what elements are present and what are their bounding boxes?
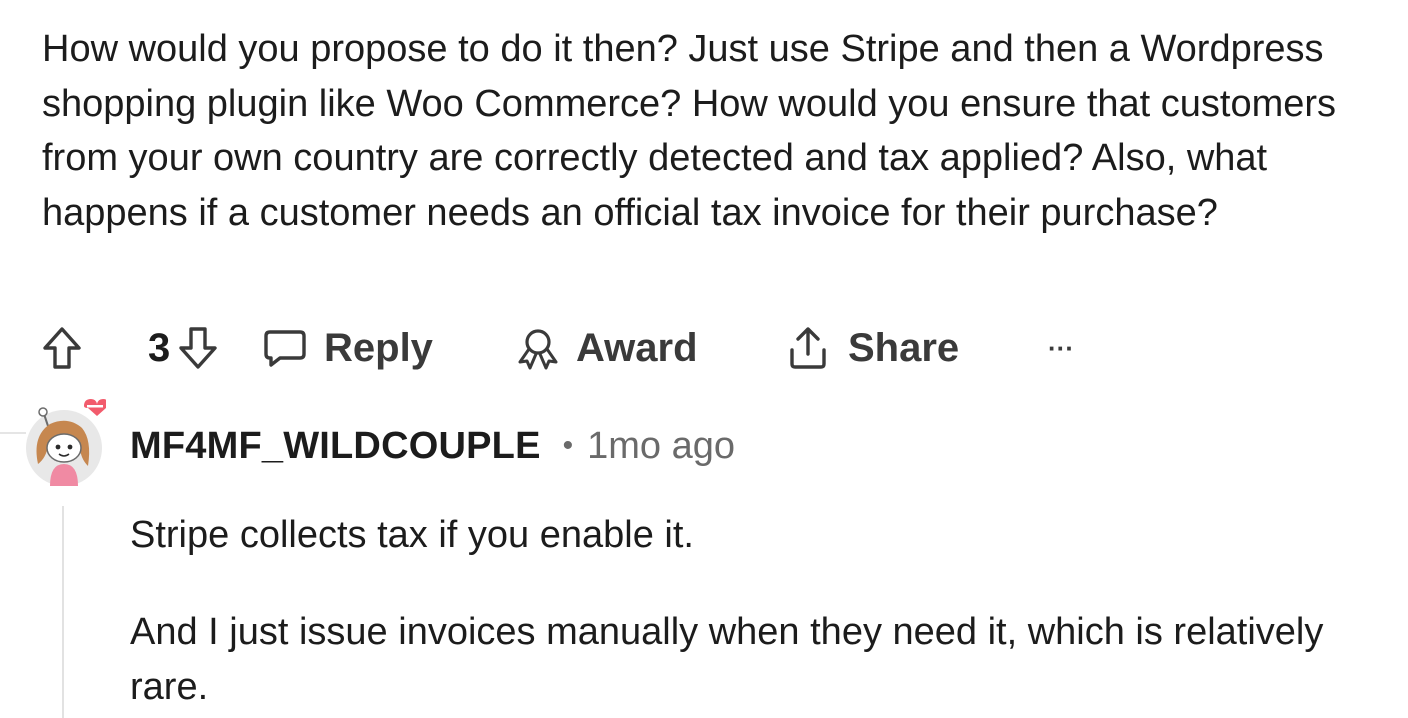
vote-count: 3: [148, 326, 171, 370]
reply-paragraph: And I just issue invoices manually when …: [130, 611, 1324, 708]
downvote-arrow-icon: [176, 324, 220, 372]
ellipsis-icon: ···: [1048, 332, 1074, 363]
comment-thread: How would you propose to do it then? Jus…: [0, 0, 1408, 718]
reply-meta-row: MF4MF_WILDCOUPLE • 1mo ago: [130, 418, 735, 474]
timestamp[interactable]: 1mo ago: [587, 425, 735, 468]
username-link[interactable]: MF4MF_WILDCOUPLE: [130, 425, 541, 468]
share-label: Share: [848, 325, 960, 370]
speech-bubble-icon: [262, 326, 308, 370]
award-button[interactable]: Award: [514, 318, 698, 378]
reply-label: Reply: [324, 325, 433, 370]
thread-collapse-line[interactable]: [62, 506, 64, 718]
reply-paragraph: Stripe collects tax if you enable it.: [130, 514, 694, 556]
comment-action-bar: 3 Reply Award Share ···: [40, 318, 1140, 378]
upvote-button[interactable]: [40, 318, 84, 378]
upvote-arrow-icon: [40, 324, 84, 372]
award-ribbon-icon: [514, 324, 562, 372]
reply-button[interactable]: Reply: [262, 318, 433, 378]
parent-comment-body: How would you propose to do it then? Jus…: [42, 28, 1337, 234]
more-options-button[interactable]: ···: [1048, 318, 1074, 378]
share-upload-icon: [786, 324, 830, 372]
user-avatar[interactable]: [22, 396, 108, 488]
share-button[interactable]: Share: [786, 318, 959, 378]
award-label: Award: [576, 325, 698, 370]
meta-separator: •: [562, 429, 574, 462]
downvote-button[interactable]: [176, 318, 220, 378]
